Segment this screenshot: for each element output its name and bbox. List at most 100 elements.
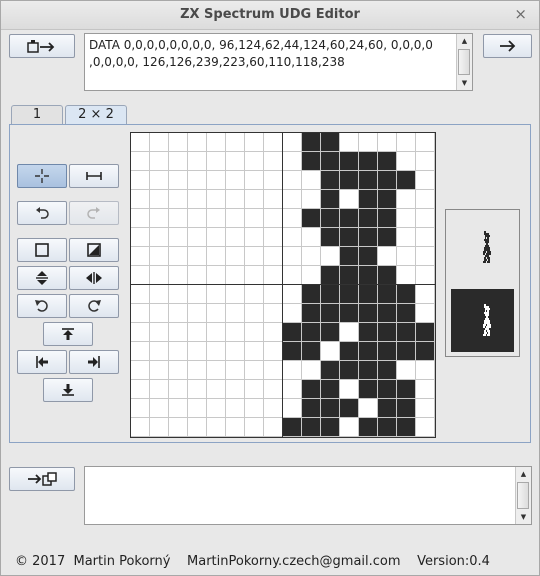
- pixel-cell[interactable]: [207, 342, 226, 361]
- pixel-cell[interactable]: [416, 418, 435, 437]
- pixel-cell[interactable]: [283, 266, 302, 285]
- pixel-cell[interactable]: [416, 323, 435, 342]
- pixel-cell[interactable]: [150, 209, 169, 228]
- pixel-cell[interactable]: [131, 361, 150, 380]
- pixel-cell[interactable]: [264, 133, 283, 152]
- pixel-cell[interactable]: [169, 380, 188, 399]
- pixel-cell[interactable]: [321, 380, 340, 399]
- pixel-cell[interactable]: [245, 228, 264, 247]
- pixel-cell[interactable]: [416, 228, 435, 247]
- scroll-down-icon[interactable]: ▼: [457, 76, 472, 90]
- pixel-cell[interactable]: [378, 209, 397, 228]
- pixel-cell[interactable]: [245, 152, 264, 171]
- pixel-cell[interactable]: [397, 247, 416, 266]
- pixel-cell[interactable]: [340, 361, 359, 380]
- pixel-cell[interactable]: [378, 304, 397, 323]
- pixel-cell[interactable]: [188, 323, 207, 342]
- pixel-cell[interactable]: [302, 323, 321, 342]
- pixel-cell[interactable]: [340, 304, 359, 323]
- pixel-cell[interactable]: [264, 342, 283, 361]
- data-input-scrollbar[interactable]: ▲ ▼: [515, 467, 531, 524]
- pixel-cell[interactable]: [359, 266, 378, 285]
- pixel-cell[interactable]: [359, 247, 378, 266]
- pixel-cell[interactable]: [264, 380, 283, 399]
- pixel-cell[interactable]: [169, 399, 188, 418]
- clear-button[interactable]: [17, 238, 67, 262]
- pixel-cell[interactable]: [302, 266, 321, 285]
- pixel-cell[interactable]: [131, 209, 150, 228]
- pixel-cell[interactable]: [245, 323, 264, 342]
- pixel-cell[interactable]: [321, 304, 340, 323]
- pixel-cell[interactable]: [264, 418, 283, 437]
- pixel-cell[interactable]: [226, 418, 245, 437]
- pixel-cell[interactable]: [264, 285, 283, 304]
- pixel-cell[interactable]: [245, 209, 264, 228]
- undo-button[interactable]: [17, 201, 67, 225]
- pixel-cell[interactable]: [283, 323, 302, 342]
- pixel-cell[interactable]: [150, 228, 169, 247]
- width-tool-button[interactable]: [69, 164, 119, 188]
- pixel-cell[interactable]: [283, 190, 302, 209]
- pixel-cell[interactable]: [188, 228, 207, 247]
- pixel-cell[interactable]: [169, 152, 188, 171]
- pixel-cell[interactable]: [169, 171, 188, 190]
- pixel-cell[interactable]: [188, 285, 207, 304]
- pixel-cell[interactable]: [131, 399, 150, 418]
- pixel-cell[interactable]: [226, 361, 245, 380]
- pixel-cell[interactable]: [340, 209, 359, 228]
- pixel-cell[interactable]: [245, 190, 264, 209]
- data-output-scrollbar[interactable]: ▲ ▼: [456, 34, 472, 90]
- pixel-cell[interactable]: [416, 171, 435, 190]
- pixel-cell[interactable]: [264, 209, 283, 228]
- pixel-cell[interactable]: [131, 266, 150, 285]
- pixel-cell[interactable]: [340, 380, 359, 399]
- pixel-cell[interactable]: [302, 133, 321, 152]
- pixel-cell[interactable]: [207, 133, 226, 152]
- pixel-cell[interactable]: [378, 190, 397, 209]
- pixel-cell[interactable]: [321, 342, 340, 361]
- pixel-cell[interactable]: [321, 285, 340, 304]
- pixel-cell[interactable]: [397, 171, 416, 190]
- pixel-cell[interactable]: [378, 361, 397, 380]
- pixel-cell[interactable]: [245, 266, 264, 285]
- pixel-cell[interactable]: [207, 399, 226, 418]
- pixel-cell[interactable]: [302, 342, 321, 361]
- pixel-cell[interactable]: [359, 209, 378, 228]
- pixel-cell[interactable]: [150, 152, 169, 171]
- pixel-cell[interactable]: [321, 228, 340, 247]
- pixel-cell[interactable]: [321, 152, 340, 171]
- pixel-cell[interactable]: [150, 133, 169, 152]
- pixel-cell[interactable]: [359, 361, 378, 380]
- pixel-cell[interactable]: [378, 399, 397, 418]
- pixel-cell[interactable]: [302, 304, 321, 323]
- pixel-cell[interactable]: [302, 190, 321, 209]
- pixel-cell[interactable]: [150, 361, 169, 380]
- pixel-cell[interactable]: [264, 228, 283, 247]
- pixel-cell[interactable]: [131, 304, 150, 323]
- pixel-cell[interactable]: [283, 133, 302, 152]
- pixel-cell[interactable]: [340, 323, 359, 342]
- pixel-cell[interactable]: [416, 399, 435, 418]
- pixel-cell[interactable]: [359, 399, 378, 418]
- pixel-cell[interactable]: [359, 418, 378, 437]
- pixel-cell[interactable]: [169, 323, 188, 342]
- pixel-cell[interactable]: [264, 190, 283, 209]
- pixel-cell[interactable]: [226, 342, 245, 361]
- pixel-cell[interactable]: [226, 190, 245, 209]
- pixel-cell[interactable]: [416, 304, 435, 323]
- pixel-cell[interactable]: [302, 285, 321, 304]
- pixel-cell[interactable]: [321, 190, 340, 209]
- pixel-cell[interactable]: [188, 380, 207, 399]
- pixel-cell[interactable]: [340, 266, 359, 285]
- tab-single[interactable]: 1: [11, 105, 63, 125]
- pixel-cell[interactable]: [302, 228, 321, 247]
- pixel-cell[interactable]: [188, 361, 207, 380]
- pixel-cell[interactable]: [245, 285, 264, 304]
- pixel-cell[interactable]: [321, 418, 340, 437]
- pixel-cell[interactable]: [340, 285, 359, 304]
- pixel-cell[interactable]: [245, 361, 264, 380]
- pixel-cell[interactable]: [378, 342, 397, 361]
- pixel-cell[interactable]: [169, 209, 188, 228]
- pixel-cell[interactable]: [150, 323, 169, 342]
- pixel-cell[interactable]: [378, 323, 397, 342]
